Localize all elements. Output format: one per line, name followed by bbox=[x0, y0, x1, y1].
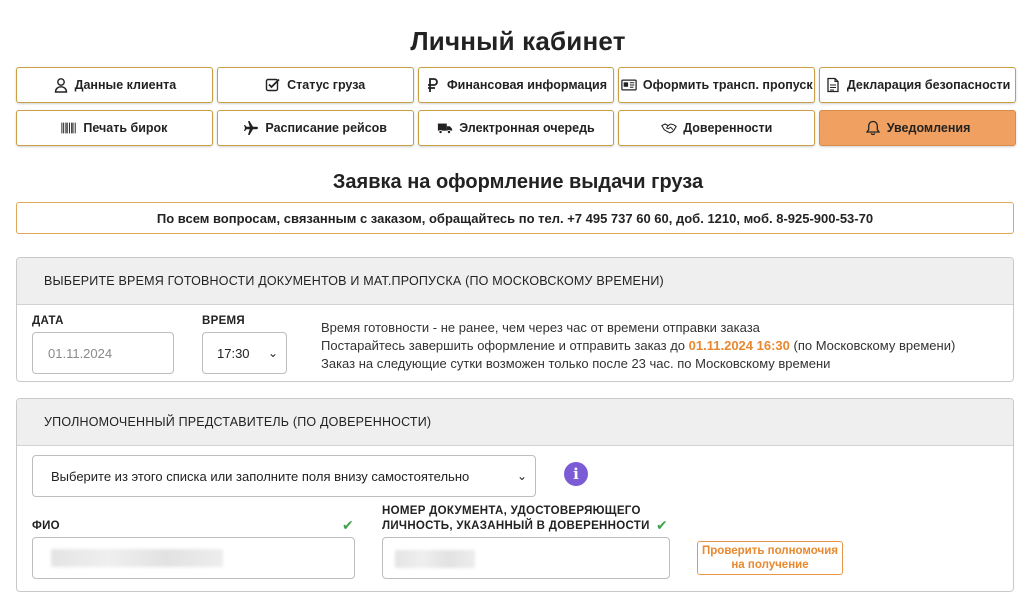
document-number-label: НОМЕР ДОКУМЕНТА, УДОСТОВЕРЯЮЩЕГО ЛИЧНОСТ… bbox=[382, 504, 650, 534]
info-line-3: Заказ на следующие сутки возможен только… bbox=[321, 356, 831, 371]
time-info-text: Время готовности - не ранее, чем через ч… bbox=[321, 319, 955, 373]
nav-client-data-button[interactable]: Данные клиента bbox=[16, 67, 213, 103]
document-label-line-1: НОМЕР ДОКУМЕНТА, УДОСТОВЕРЯЮЩЕГО bbox=[382, 505, 641, 517]
chevron-down-icon: ⌄ bbox=[267, 346, 278, 360]
redacted-value bbox=[51, 549, 223, 567]
time-label: ВРЕМЯ bbox=[202, 315, 245, 327]
representative-panel-header: УПОЛНОМОЧЕННЫЙ ПРЕДСТАВИТЕЛЬ (ПО ДОВЕРЕН… bbox=[17, 399, 1013, 446]
time-value: 17:30 bbox=[217, 345, 250, 361]
verify-label-line-1: Проверить полномочия bbox=[702, 545, 838, 557]
nav-label: Расписание рейсов bbox=[265, 121, 387, 135]
chevron-down-icon: ⌄ bbox=[516, 469, 527, 483]
check-icon: ✔ bbox=[342, 517, 354, 533]
nav-label: Уведомления bbox=[886, 121, 971, 135]
handshake-icon bbox=[661, 120, 678, 136]
id-card-icon bbox=[621, 77, 637, 93]
representative-select[interactable]: Выберите из этого списка или заполните п… bbox=[32, 455, 536, 497]
date-label: ДАТА bbox=[32, 315, 64, 327]
truck-icon bbox=[437, 120, 453, 136]
info-icon[interactable]: i bbox=[564, 462, 588, 486]
representative-panel: УПОЛНОМОЧЕННЫЙ ПРЕДСТАВИТЕЛЬ (ПО ДОВЕРЕН… bbox=[16, 398, 1014, 592]
nav-label: Электронная очередь bbox=[459, 121, 595, 135]
nav-row-1: Данные клиента Статус груза Финансовая и… bbox=[16, 67, 1016, 103]
nav-label: Статус груза bbox=[287, 78, 366, 92]
info-line-1: Время готовности - не ранее, чем через ч… bbox=[321, 320, 760, 335]
time-selection-panel: ВЫБЕРИТЕ ВРЕМЯ ГОТОВНОСТИ ДОКУМЕНТОВ И М… bbox=[16, 257, 1014, 382]
nav-label: Печать бирок bbox=[83, 121, 168, 135]
nav-label: Декларация безопасности bbox=[846, 78, 1011, 92]
time-select[interactable]: 17:30 ⌄ bbox=[202, 332, 287, 374]
page-title: Личный кабинет bbox=[410, 26, 626, 56]
info-line-2: Постарайтесь завершить оформление и отпр… bbox=[321, 337, 955, 355]
nav-label: Оформить трансп. пропуск bbox=[642, 78, 813, 92]
date-input[interactable]: 01.11.2024 bbox=[32, 332, 174, 374]
plane-icon bbox=[243, 120, 259, 136]
nav-cargo-status-button[interactable]: Статус груза bbox=[216, 67, 414, 103]
nav-label: Доверенности bbox=[683, 121, 773, 135]
info-line-2-suffix: (по Московскому времени) bbox=[789, 338, 956, 353]
checkbox-icon bbox=[265, 77, 281, 93]
nav-flight-schedule-button[interactable]: Расписание рейсов bbox=[216, 110, 414, 146]
representative-select-value: Выберите из этого списка или заполните п… bbox=[51, 468, 470, 484]
document-number-input[interactable] bbox=[382, 537, 670, 579]
fio-input[interactable] bbox=[32, 537, 355, 579]
user-icon bbox=[53, 77, 69, 93]
form-title: Заявка на оформление выдачи груза bbox=[332, 171, 704, 193]
nav-label: Данные клиента bbox=[74, 78, 177, 92]
document-icon bbox=[825, 77, 841, 93]
time-panel-header: ВЫБЕРИТЕ ВРЕМЯ ГОТОВНОСТИ ДОКУМЕНТОВ И М… bbox=[17, 258, 1013, 305]
nav-transport-pass-button[interactable]: Оформить трансп. пропуск bbox=[618, 67, 816, 103]
contact-info-banner: По всем вопросам, связанным с заказом, о… bbox=[16, 202, 1014, 234]
deadline-highlight: 01.11.2024 16:30 bbox=[688, 338, 790, 353]
nav-print-tags-button[interactable]: Печать бирок bbox=[16, 110, 213, 146]
info-line-2-prefix: Постарайтесь завершить оформление и отпр… bbox=[321, 338, 689, 353]
nav-finance-button[interactable]: Финансовая информация bbox=[417, 67, 615, 103]
bell-icon bbox=[865, 120, 881, 136]
document-label-line-2: ЛИЧНОСТЬ, УКАЗАННЫЙ В ДОВЕРЕННОСТИ bbox=[382, 520, 650, 532]
nav-row-2: Печать бирок Расписание рейсов Электронн… bbox=[16, 110, 1016, 146]
check-icon: ✔ bbox=[656, 517, 668, 533]
verify-authority-button[interactable]: Проверить полномочия на получение bbox=[697, 541, 843, 575]
redacted-value bbox=[395, 550, 475, 568]
nav-notifications-button[interactable]: Уведомления bbox=[819, 110, 1016, 146]
nav-label: Финансовая информация bbox=[446, 78, 608, 92]
nav-security-declaration-button[interactable]: Декларация безопасности bbox=[819, 67, 1016, 103]
fio-label: ФИО bbox=[32, 520, 60, 532]
contact-text: По всем вопросам, связанным с заказом, о… bbox=[156, 210, 874, 226]
ruble-icon bbox=[425, 77, 441, 93]
date-value: 01.11.2024 bbox=[48, 345, 113, 361]
barcode-icon bbox=[61, 120, 77, 136]
verify-label-line-2: на получение bbox=[731, 559, 809, 571]
nav-powers-of-attorney-button[interactable]: Доверенности bbox=[618, 110, 816, 146]
nav-electronic-queue-button[interactable]: Электронная очередь bbox=[417, 110, 615, 146]
